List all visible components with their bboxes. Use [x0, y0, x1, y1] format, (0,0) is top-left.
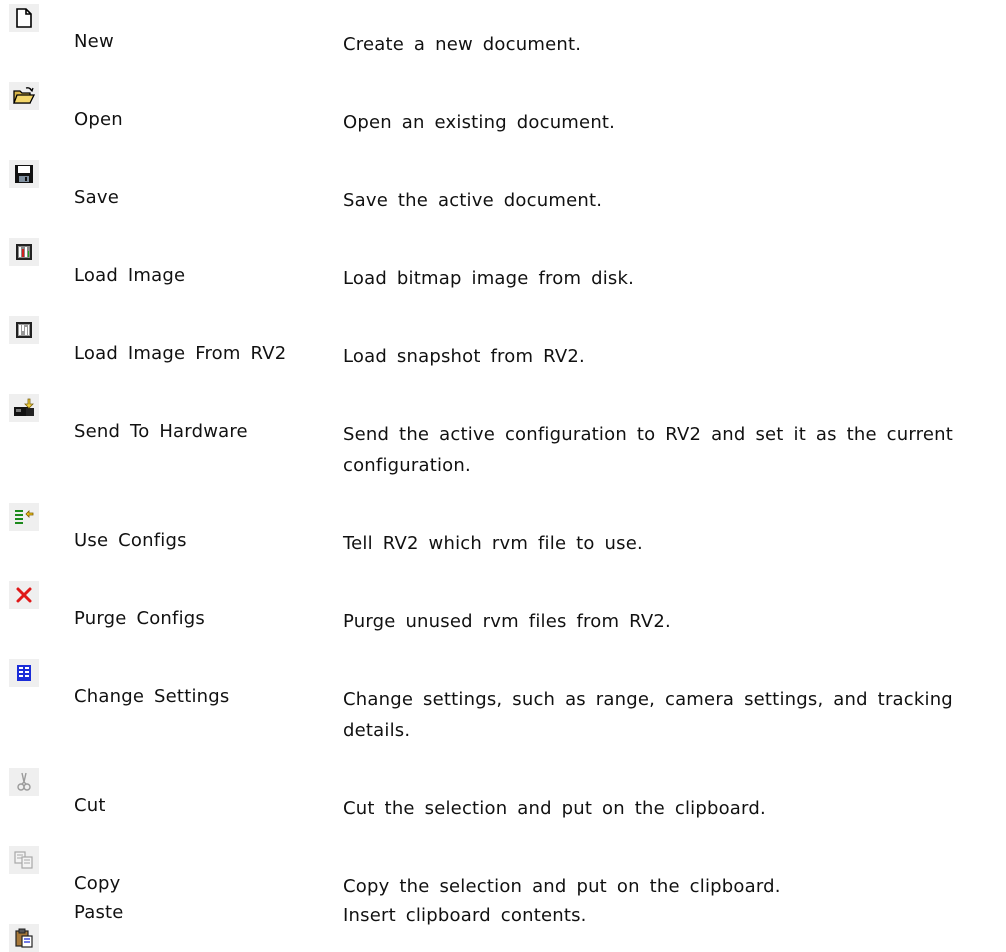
- command-description: Cut the selection and put on the clipboa…: [343, 798, 766, 819]
- command-name: Load Image From RV2: [74, 343, 287, 364]
- open-folder-icon: [9, 82, 39, 110]
- cut-scissors-icon: [9, 768, 39, 796]
- command-name: Paste: [74, 902, 124, 923]
- save-disk-icon: [9, 160, 39, 188]
- command-description: Insert clipboard contents.: [343, 905, 587, 926]
- command-name: Cut: [74, 795, 106, 816]
- toolbar-reference-list: New Create a new document. Open Open an …: [0, 0, 1006, 952]
- command-name: Send To Hardware: [74, 421, 248, 442]
- load-image-icon: [9, 238, 39, 266]
- command-name: Save: [74, 187, 119, 208]
- command-name: New: [74, 31, 114, 52]
- command-name: Purge Configs: [74, 608, 205, 629]
- command-description: Open an existing document.: [343, 112, 616, 133]
- command-name: Use Configs: [74, 530, 187, 551]
- command-name: Change Settings: [74, 686, 230, 707]
- command-description: Purge unused rvm files from RV2.: [343, 611, 671, 632]
- copy-icon: [9, 846, 39, 874]
- command-name: Copy: [74, 873, 121, 894]
- command-description: Send the active configuration to RV2 and…: [343, 424, 953, 476]
- use-configs-icon: [9, 503, 39, 531]
- command-description: Change settings, such as range, camera s…: [343, 689, 953, 741]
- command-description: Create a new document.: [343, 34, 582, 55]
- command-description: Save the active document.: [343, 190, 603, 211]
- command-name: Open: [74, 109, 123, 130]
- command-description: Tell RV2 which rvm file to use.: [343, 533, 643, 554]
- new-document-icon: [9, 4, 39, 32]
- command-description: Load snapshot from RV2.: [343, 346, 585, 367]
- send-to-hardware-icon: [9, 394, 39, 422]
- command-description: Copy the selection and put on the clipbo…: [343, 876, 781, 897]
- purge-configs-icon: [9, 581, 39, 609]
- load-image-rv2-icon: [9, 316, 39, 344]
- command-description: Load bitmap image from disk.: [343, 268, 635, 289]
- change-settings-icon: [9, 659, 39, 687]
- command-name: Load Image: [74, 265, 186, 286]
- paste-clipboard-icon: [9, 924, 39, 952]
